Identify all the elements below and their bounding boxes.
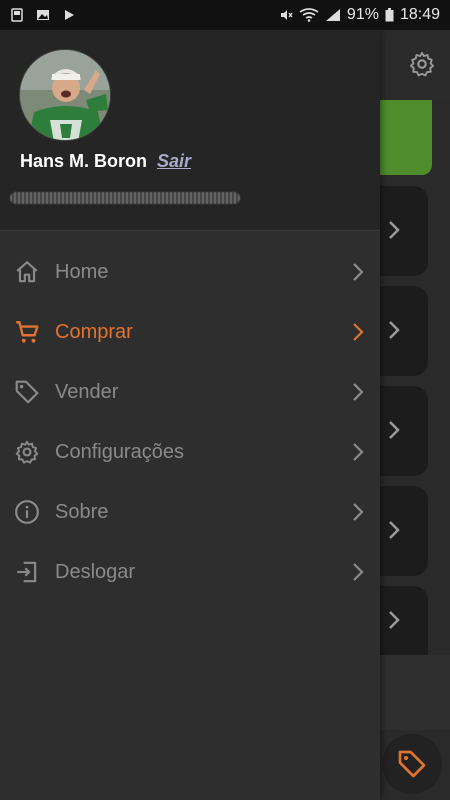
menu-item-sobre[interactable]: Sobre	[0, 482, 380, 542]
drawer-header: Hans M. Boron Sair	[0, 30, 380, 231]
menu-label-home: Home	[55, 261, 109, 283]
logout-icon	[17, 561, 37, 583]
menu-item-comprar[interactable]: Comprar	[0, 302, 380, 362]
bottom-panel	[380, 655, 450, 730]
chevron-right-icon	[389, 421, 400, 439]
product-card[interactable]	[380, 186, 428, 276]
sim-icon	[11, 8, 23, 22]
menu-label-sobre: Sobre	[55, 501, 109, 523]
tag-icon	[15, 380, 39, 404]
product-card[interactable]	[380, 286, 428, 376]
menu-item-vender[interactable]: Vender	[0, 362, 380, 422]
menu-label-vender: Vender	[55, 381, 119, 403]
user-name: Hans M. Boron	[20, 151, 148, 171]
chevron-right-icon	[353, 563, 364, 581]
gear-icon	[15, 440, 39, 464]
home-icon	[16, 261, 38, 283]
navigation-drawer: Hans M. Boron Sair Home Comprar Vender C…	[0, 30, 380, 800]
sell-fab-button[interactable]	[382, 734, 442, 794]
tag-icon	[398, 750, 426, 778]
menu-item-deslogar[interactable]: Deslogar	[0, 542, 380, 602]
status-bar: 91% 18:49	[0, 0, 450, 30]
green-banner	[380, 100, 432, 175]
product-card[interactable]	[380, 386, 428, 476]
menu-item-home[interactable]: Home	[0, 242, 380, 302]
logout-link[interactable]: Sair	[157, 151, 191, 172]
clock: 18:49	[399, 6, 440, 23]
product-card[interactable]	[380, 486, 428, 576]
drawer-menu: Home Comprar Vender Configurações Sobre	[0, 242, 380, 602]
wifi-icon	[299, 8, 319, 22]
chevron-right-icon	[389, 321, 400, 339]
signal-icon	[325, 9, 340, 21]
chevron-right-icon	[389, 221, 400, 239]
mute-icon	[280, 10, 293, 20]
image-icon	[37, 10, 49, 20]
menu-label-comprar: Comprar	[55, 321, 133, 343]
chevron-right-icon	[389, 521, 400, 539]
app-header	[380, 30, 450, 100]
battery-icon	[385, 8, 394, 22]
avatar[interactable]	[19, 49, 111, 141]
menu-item-configuracoes[interactable]: Configurações	[0, 422, 380, 482]
info-icon	[15, 500, 39, 524]
chevron-right-icon	[353, 323, 364, 341]
menu-label-configuracoes: Configurações	[55, 441, 184, 463]
cart-icon	[16, 321, 39, 343]
chevron-right-icon	[353, 503, 364, 521]
settings-gear-icon[interactable]	[408, 50, 436, 78]
avatar-photo	[20, 50, 110, 140]
background-app	[380, 30, 450, 800]
menu-label-deslogar: Deslogar	[55, 561, 136, 583]
chevron-right-icon	[353, 263, 364, 281]
chevron-right-icon	[389, 611, 400, 629]
play-icon	[65, 10, 74, 20]
email-redacted	[10, 192, 240, 204]
chevron-right-icon	[353, 443, 364, 461]
product-card[interactable]	[380, 586, 428, 656]
battery-percent: 91%	[346, 6, 379, 23]
chevron-right-icon	[353, 383, 364, 401]
